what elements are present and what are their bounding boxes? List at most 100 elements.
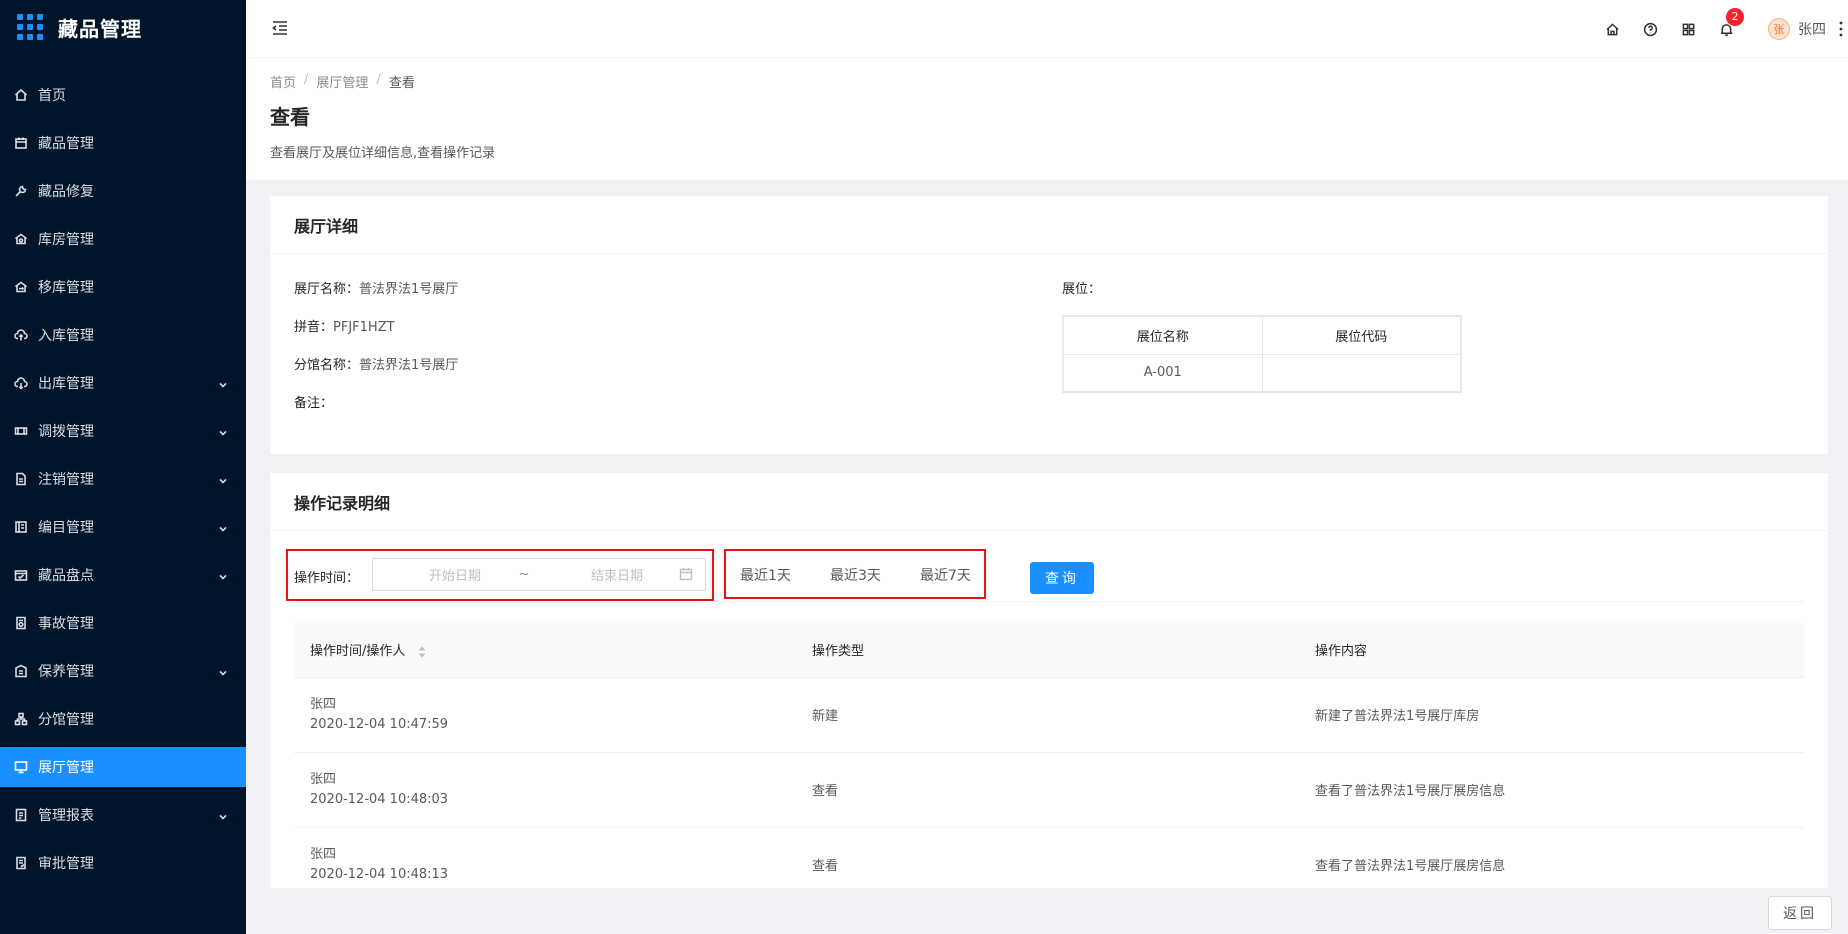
sidebar-item-restoration[interactable]: 藏品修复 (0, 171, 246, 211)
breadcrumb-separator: / (376, 72, 381, 87)
table-row: A-001 (1062, 353, 1462, 393)
col-header-time-operator[interactable]: 操作时间/操作人 (294, 623, 796, 678)
position-name-cell: A-001 (1062, 353, 1263, 393)
time-operator-cell: 张四 2020-12-04 10:48:03 (294, 752, 796, 828)
page-header: 首页 / 展厅管理 / 查看 查看 查看展厅及展位详细信息,查看操作记录 (246, 58, 1848, 180)
sidebar-item-label: 编目管理 (38, 520, 94, 536)
hall-detail-fields: 展厅名称：普法界法1号展厅 拼音：PFJF1HZT 分馆名称：普法界法1号展厅 … (294, 278, 458, 430)
chevron-down-icon (218, 474, 228, 484)
col-header-operation-content: 操作内容 (1299, 623, 1804, 678)
operation-time: 2020-12-04 10:48:03 (310, 791, 449, 807)
notification-badge: 2 (1726, 8, 1744, 26)
incident-icon (14, 616, 28, 630)
sidebar-item-label: 注销管理 (38, 472, 94, 488)
operation-content-cell: 新建了普法界法1号展厅库房 (1299, 677, 1804, 753)
date-separator: ~ (518, 567, 530, 582)
sidebar-item-inbound[interactable]: 入库管理 (0, 315, 246, 355)
user-menu[interactable]: 张 张四 (1768, 18, 1826, 40)
cloud-upload-icon (14, 328, 28, 342)
sidebar-item-label: 入库管理 (38, 328, 94, 344)
menu-fold-icon[interactable] (270, 18, 292, 40)
approval-icon (14, 856, 28, 870)
operation-log-table: 操作时间/操作人 操作类型 操作内容 张四 2020-12-04 10:47:5… (294, 623, 1804, 888)
home-icon[interactable] (1602, 19, 1622, 39)
sidebar-item-label: 事故管理 (38, 616, 94, 632)
position-name-header: 展位名称 (1062, 315, 1263, 355)
date-range-picker[interactable]: 开始日期 ~ 结束日期 (372, 558, 706, 591)
divider (294, 601, 1804, 602)
user-name: 张四 (1798, 22, 1826, 38)
field-value: 普法界法1号展厅 (359, 282, 459, 297)
position-section: 展位： 展位名称 展位代码 A-001 (1062, 278, 1462, 393)
breadcrumb-home[interactable]: 首页 (270, 72, 296, 91)
chevron-down-icon (218, 810, 228, 820)
field-key: 备注： (294, 396, 334, 411)
sidebar-item-relocation[interactable]: 移库管理 (0, 267, 246, 307)
position-table: 展位名称 展位代码 A-001 (1062, 315, 1462, 393)
branch-icon (14, 712, 28, 726)
sidebar-item-home[interactable]: 首页 (0, 75, 246, 115)
sidebar-item-incidents[interactable]: 事故管理 (0, 603, 246, 643)
monitor-icon (14, 760, 28, 774)
sidebar-item-collections[interactable]: 藏品管理 (0, 123, 246, 163)
more-vertical-icon[interactable] (1836, 19, 1846, 39)
calendar-icon (679, 567, 695, 583)
help-icon[interactable] (1640, 19, 1660, 39)
quick-range-7-days[interactable]: 最近7天 (920, 565, 971, 585)
page-title: 查看 (270, 105, 310, 129)
sidebar-item-inventory[interactable]: 藏品盘点 (0, 555, 246, 595)
logo[interactable]: 藏品管理 (0, 0, 246, 54)
position-label: 展位： (1062, 282, 1102, 297)
sort-icon[interactable] (418, 646, 426, 658)
remarks-field: 备注： (294, 392, 458, 411)
sidebar-item-warehouse[interactable]: 库房管理 (0, 219, 246, 259)
calendar-icon (14, 136, 28, 150)
operator-name: 张四 (310, 771, 337, 787)
page-description: 查看展厅及展位详细信息,查看操作记录 (270, 146, 496, 161)
start-date-input[interactable]: 开始日期 (373, 565, 513, 584)
app-title: 藏品管理 (58, 16, 142, 41)
app-grid-icon (17, 14, 43, 40)
operation-type-cell: 新建 (796, 677, 1299, 753)
operation-content-cell: 查看了普法界法1号展厅展房信息 (1299, 827, 1804, 888)
end-date-input[interactable]: 结束日期 (535, 565, 675, 584)
sidebar-item-label: 调拨管理 (38, 424, 94, 440)
back-button[interactable]: 返回 (1768, 896, 1832, 930)
sidebar-item-approvals[interactable]: 审批管理 (0, 843, 246, 883)
query-button[interactable]: 查询 (1030, 562, 1094, 594)
swap-icon (14, 424, 28, 438)
sidebar-item-deregistration[interactable]: 注销管理 (0, 459, 246, 499)
operation-time: 2020-12-04 10:47:59 (310, 716, 449, 732)
catalog-icon (14, 520, 28, 534)
col-header-operation-type: 操作类型 (796, 623, 1299, 678)
time-operator-cell: 张四 2020-12-04 10:48:13 (294, 827, 796, 888)
sidebar-item-maintenance[interactable]: 保养管理 (0, 651, 246, 691)
sidebar-item-label: 藏品修复 (38, 184, 94, 200)
sidebar-item-exhibition-halls[interactable]: 展厅管理 (0, 747, 246, 787)
chevron-down-icon (218, 426, 228, 436)
chevron-down-icon (218, 522, 228, 532)
bell-icon[interactable]: 2 (1716, 8, 1744, 39)
top-header: 2 张 张四 (246, 0, 1848, 58)
sidebar: 藏品管理 首页 藏品管理 藏品修复 库房管理 移库管理 入库管理 出库管理 调拨… (0, 0, 246, 934)
chevron-down-icon (218, 666, 228, 676)
sidebar-item-branches[interactable]: 分馆管理 (0, 699, 246, 739)
sidebar-item-cataloging[interactable]: 编目管理 (0, 507, 246, 547)
operation-content-cell: 查看了普法界法1号展厅展房信息 (1299, 752, 1804, 828)
sidebar-item-outbound[interactable]: 出库管理 (0, 363, 246, 403)
field-value: 普法界法1号展厅 (359, 358, 459, 373)
position-code-cell (1261, 353, 1462, 393)
col-header-label: 操作时间/操作人 (310, 644, 406, 660)
quick-range-1-day[interactable]: 最近1天 (740, 565, 791, 585)
quick-range-3-days[interactable]: 最近3天 (830, 565, 881, 585)
sidebar-item-reports[interactable]: 管理报表 (0, 795, 246, 835)
sidebar-item-allocation[interactable]: 调拨管理 (0, 411, 246, 451)
position-code-header: 展位代码 (1261, 315, 1462, 355)
apps-icon[interactable] (1678, 19, 1698, 39)
sidebar-menu: 首页 藏品管理 藏品修复 库房管理 移库管理 入库管理 出库管理 调拨管理 注销… (0, 75, 246, 883)
chevron-down-icon (218, 570, 228, 580)
field-value: PFJF1HZT (333, 320, 395, 335)
sidebar-item-label: 保养管理 (38, 664, 94, 680)
table-row: 张四 2020-12-04 10:48:03 查看 查看了普法界法1号展厅展房信… (294, 752, 1804, 828)
breadcrumb-exhibition-halls[interactable]: 展厅管理 (316, 72, 368, 91)
